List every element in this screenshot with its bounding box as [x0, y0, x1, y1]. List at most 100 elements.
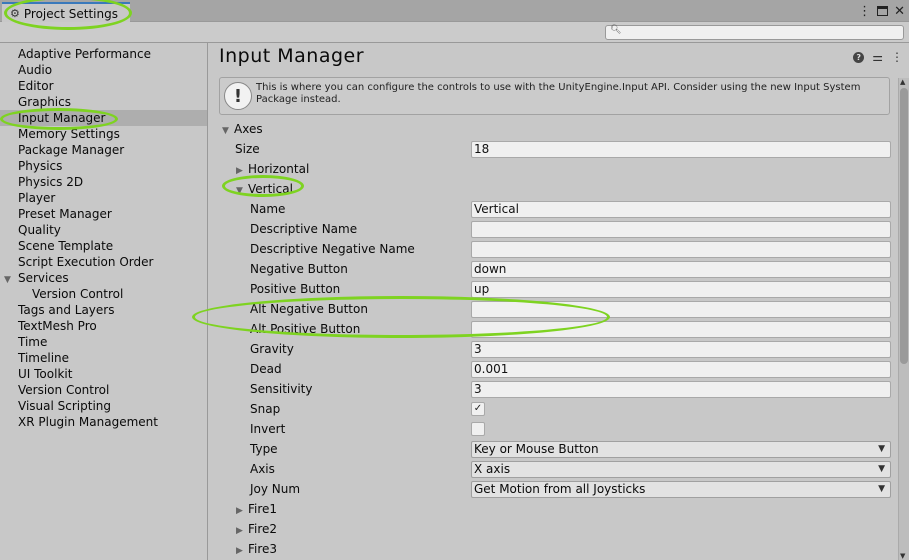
negative-button-label: Negative Button [250, 262, 348, 276]
collapse-triangle-icon[interactable]: ▶ [236, 526, 248, 536]
title-bar: ⚙ Project Settings ⋮ ✕ [0, 0, 909, 23]
axis-value: X axis [474, 462, 511, 476]
vertical-scrollbar[interactable]: ▲ ▼ [898, 78, 909, 560]
positive-button-label: Positive Button [250, 282, 341, 296]
sidebar-item-timeline[interactable]: Timeline [0, 350, 207, 366]
type-dropdown[interactable]: Key or Mouse Button ▼ [471, 441, 891, 458]
name-field[interactable]: Vertical [471, 201, 891, 218]
name-label: Name [250, 202, 286, 216]
tab-title: Project Settings [23, 6, 118, 21]
sidebar-item-textmesh-pro[interactable]: TextMesh Pro [0, 318, 207, 334]
descriptive-name-row: Descriptive Name [209, 220, 899, 240]
sidebar-item-physics[interactable]: Physics [0, 158, 207, 174]
sidebar-item-services[interactable]: ▼ Services [0, 270, 207, 286]
chevron-down-icon: ▼ [878, 464, 885, 474]
help-message: This is where you can configure the cont… [256, 82, 861, 105]
descriptive-name-field[interactable] [471, 221, 891, 238]
descriptive-negative-name-field[interactable] [471, 241, 891, 258]
positive-button-field[interactable]: up [471, 281, 891, 298]
collapse-triangle-icon[interactable]: ▶ [236, 546, 248, 556]
sidebar-item-script-execution-order[interactable]: Script Execution Order [0, 254, 207, 270]
alt-positive-button-field[interactable] [471, 321, 891, 338]
main-panel: Input Manager ? ⚌ ⋮ ! This is where you … [209, 43, 909, 560]
alt-positive-button-row: Alt Positive Button [209, 320, 899, 340]
more-icon[interactable]: ⋮ [891, 51, 903, 63]
sidebar-item-visual-scripting[interactable]: Visual Scripting [0, 398, 207, 414]
info-help-box: ! This is where you can configure the co… [219, 77, 890, 115]
sidebar-item-physics-2d[interactable]: Physics 2D [0, 174, 207, 190]
collapse-triangle-icon[interactable]: ▶ [236, 506, 248, 516]
sidebar-item-package-manager[interactable]: Package Manager [0, 142, 207, 158]
alt-negative-button-label: Alt Negative Button [250, 302, 368, 316]
sidebar-item-xr-plugin-management[interactable]: XR Plugin Management [0, 414, 207, 430]
more-icon[interactable]: ⋮ [858, 4, 871, 19]
negative-button-field[interactable]: down [471, 261, 891, 278]
scroll-up-icon[interactable]: ▲ [900, 78, 905, 86]
sidebar-item-scene-template[interactable]: Scene Template [0, 238, 207, 254]
expand-triangle-icon[interactable]: ▼ [222, 126, 234, 136]
maximize-icon[interactable] [877, 6, 889, 16]
sidebar-item-graphics[interactable]: Graphics [0, 94, 207, 110]
sidebar-item-audio[interactable]: Audio [0, 62, 207, 78]
fire2-label: Fire2 [248, 522, 278, 536]
fire3-foldout[interactable]: ▶ Fire3 [209, 540, 899, 560]
expand-triangle-icon[interactable]: ▼ [4, 272, 18, 288]
axes-inspector: ▼ Axes Size 18 ▶ Horizontal ▼ Vertical Name… [209, 120, 899, 560]
help-icon[interactable]: ? [853, 51, 865, 63]
gear-icon: ⚙ [10, 7, 20, 20]
axis-label: Axis [250, 462, 275, 476]
tab-project-settings[interactable]: ⚙ Project Settings [2, 2, 130, 23]
snap-row: Snap ✓ [209, 400, 899, 420]
sidebar-item-adaptive-performance[interactable]: Adaptive Performance [0, 46, 207, 62]
sensitivity-row: Sensitivity 3 [209, 380, 899, 400]
vertical-foldout[interactable]: ▼ Vertical [209, 180, 899, 200]
horizontal-foldout[interactable]: ▶ Horizontal [209, 160, 899, 180]
scrollbar-thumb[interactable] [900, 88, 908, 364]
type-value: Key or Mouse Button [474, 442, 599, 456]
sidebar-item-memory-settings[interactable]: Memory Settings [0, 126, 207, 142]
descriptive-negative-name-label: Descriptive Negative Name [250, 242, 415, 256]
negative-button-row: Negative Button down [209, 260, 899, 280]
close-icon[interactable]: ✕ [894, 4, 905, 19]
size-field[interactable]: 18 [471, 141, 891, 158]
fire1-label: Fire1 [248, 502, 278, 516]
joy-num-value: Get Motion from all Joysticks [474, 482, 646, 496]
joy-num-dropdown[interactable]: Get Motion from all Joysticks ▼ [471, 481, 891, 498]
sidebar-item-preset-manager[interactable]: Preset Manager [0, 206, 207, 222]
alt-positive-button-label: Alt Positive Button [250, 322, 361, 336]
search-icon: 🔍︎ [610, 25, 622, 35]
type-label: Type [250, 442, 278, 456]
sensitivity-field[interactable]: 3 [471, 381, 891, 398]
fire2-foldout[interactable]: ▶ Fire2 [209, 520, 899, 540]
gravity-field[interactable]: 3 [471, 341, 891, 358]
dead-field[interactable]: 0.001 [471, 361, 891, 378]
presets-icon[interactable]: ⚌ [872, 51, 883, 63]
expand-triangle-icon[interactable]: ▼ [236, 186, 248, 196]
sidebar-item-input-manager[interactable]: Input Manager [0, 110, 207, 126]
sidebar-item-time[interactable]: Time [0, 334, 207, 350]
descriptive-negative-name-row: Descriptive Negative Name [209, 240, 899, 260]
page-title: Input Manager [219, 45, 365, 67]
axis-dropdown[interactable]: X axis ▼ [471, 461, 891, 478]
alt-negative-button-field[interactable] [471, 301, 891, 318]
chevron-down-icon: ▼ [878, 484, 885, 494]
sidebar-item-services-version-control[interactable]: Version Control [0, 286, 207, 302]
collapse-triangle-icon[interactable]: ▶ [236, 166, 248, 176]
search-input[interactable]: 🔍︎ [605, 25, 904, 40]
warning-icon: ! [224, 82, 252, 110]
axes-foldout[interactable]: ▼ Axes [209, 120, 899, 140]
axis-row: Axis X axis ▼ [209, 460, 899, 480]
scroll-down-icon[interactable]: ▼ [900, 552, 905, 560]
sidebar-item-player[interactable]: Player [0, 190, 207, 206]
toolbar: 🔍︎ [0, 22, 909, 43]
fire1-foldout[interactable]: ▶ Fire1 [209, 500, 899, 520]
invert-checkbox[interactable] [471, 422, 485, 436]
sidebar-item-ui-toolkit[interactable]: UI Toolkit [0, 366, 207, 382]
sidebar-item-tags-and-layers[interactable]: Tags and Layers [0, 302, 207, 318]
sidebar-item-quality[interactable]: Quality [0, 222, 207, 238]
sidebar-item-version-control[interactable]: Version Control [0, 382, 207, 398]
invert-row: Invert [209, 420, 899, 440]
sidebar-item-editor[interactable]: Editor [0, 78, 207, 94]
size-label: Size [235, 142, 260, 156]
snap-checkbox[interactable]: ✓ [471, 402, 485, 416]
